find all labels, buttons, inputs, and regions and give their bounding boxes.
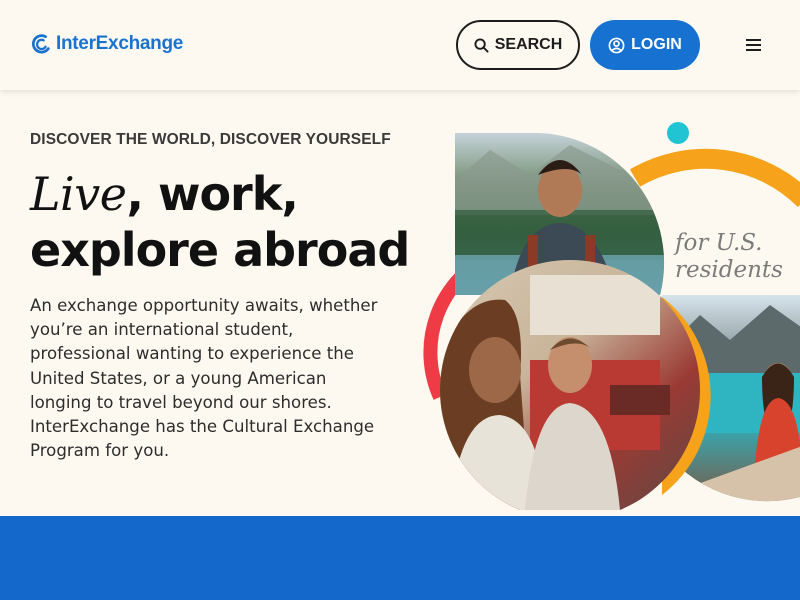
hamburger-icon-bar <box>745 49 761 51</box>
decor-teal-dot <box>667 122 689 144</box>
login-button[interactable]: LOGIN <box>590 20 700 70</box>
login-button-label: LOGIN <box>631 36 682 53</box>
logo-icon <box>31 34 50 54</box>
headline-live: Live <box>30 167 127 221</box>
search-button[interactable]: SEARCH <box>456 20 580 70</box>
site-header: InterExchange SEARCH LOGIN <box>0 0 800 90</box>
search-icon <box>474 37 489 53</box>
search-button-label: SEARCH <box>494 36 563 53</box>
brand-logo[interactable]: InterExchange <box>30 32 183 56</box>
hero-description: An exchange opportunity awaits, whether … <box>30 296 378 461</box>
hero-headline: Live, work, explore abroad <box>30 166 420 278</box>
decor-orange-arc <box>629 148 800 208</box>
headline-part1: , work, <box>126 167 298 221</box>
hamburger-icon-bar <box>745 39 761 41</box>
hero-eyebrow: DISCOVER THE WORLD, DISCOVER YOURSELF <box>30 131 391 148</box>
logo-text: InterExchange <box>56 33 184 54</box>
badge-text-line2: residents <box>675 257 783 283</box>
user-circle-icon <box>608 37 625 53</box>
blue-section <box>0 516 800 600</box>
menu-button[interactable] <box>740 34 766 56</box>
badge-text-line1: for U.S. <box>673 230 763 256</box>
hero-collage: for U.S. residents <box>423 122 800 510</box>
headline-line2: explore abroad <box>30 223 410 277</box>
hamburger-icon-bar <box>745 44 761 46</box>
